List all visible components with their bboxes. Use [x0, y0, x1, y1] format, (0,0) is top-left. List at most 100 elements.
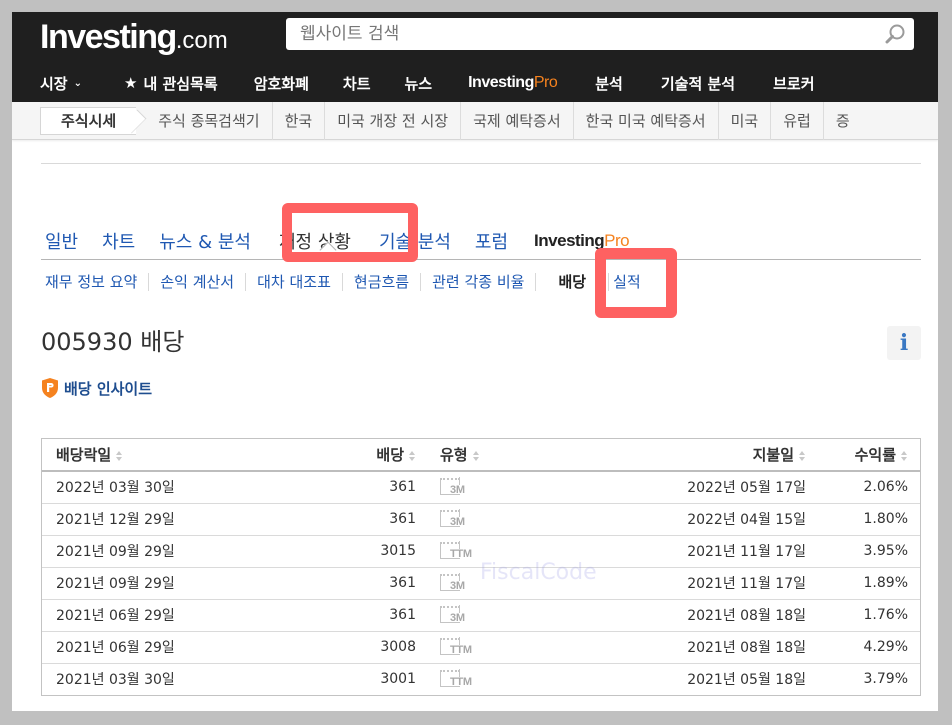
nav-pro-main: Investing: [468, 74, 534, 91]
subnav-korea[interactable]: 한국: [273, 101, 326, 140]
col-type-label: 유형: [440, 446, 468, 464]
cell-pay-date: 2021년 05월 18일: [687, 672, 806, 689]
cell-ex-date: 2021년 09월 29일: [42, 535, 222, 568]
nav-technical[interactable]: 기술적 분석: [661, 73, 735, 94]
nav-markets-label: 시장: [40, 74, 68, 93]
sort-icon: [799, 450, 805, 461]
subtab-summary[interactable]: 재무 정보 요약: [41, 273, 150, 291]
nav-markets[interactable]: 시장 ⌄: [40, 73, 82, 94]
calendar-period-icon: TTM: [440, 637, 472, 657]
tab-news-analysis[interactable]: 뉴스 & 분석: [159, 228, 251, 254]
nav-analysis-label: 분석: [595, 74, 623, 93]
sort-icon: [472, 450, 479, 461]
calendar-period-icon: TTM: [440, 541, 472, 561]
cell-amount: 361: [222, 503, 422, 536]
search-input[interactable]: [286, 18, 866, 50]
nav-charts[interactable]: 차트: [343, 73, 371, 94]
cell-yield: 1.76%: [812, 599, 920, 632]
col-type[interactable]: 유형: [422, 439, 542, 472]
table-row: 2021년 03월 30일 3001 TTM 2021년 05월 18일 3.7…: [42, 663, 920, 695]
subnav-stocks[interactable]: 주식시세: [40, 106, 137, 135]
tab-chart[interactable]: 차트: [102, 228, 135, 254]
col-amount[interactable]: 배당: [222, 439, 422, 472]
cell-type: 3M: [422, 503, 542, 536]
investing-logo[interactable]: Investing.com: [40, 18, 228, 57]
nav-news[interactable]: 뉴스: [405, 73, 433, 94]
logo-suffix: .com: [175, 27, 228, 54]
cell-amount: 3001: [380, 671, 416, 688]
nav-investingpro[interactable]: Investing Pro: [468, 74, 558, 92]
page-title: 005930 배당: [41, 328, 185, 356]
table-row: 2021년 06월 29일 3008 TTM 2021년 08월 18일 4.2…: [42, 631, 920, 664]
cell-yield: 1.89%: [812, 567, 920, 600]
calendar-period-icon: TTM: [440, 669, 472, 689]
nav-pro-accent: Pro: [533, 74, 558, 91]
table-row: 2021년 09월 29일 3015 TTM 2021년 11월 17일 3.9…: [42, 535, 920, 568]
sub-nav: 주식시세 주식 종목검색기 한국 미국 개장 전 시장 국제 예탁증서 한국 미…: [12, 101, 938, 140]
browser-viewport: Investing.com 시장 ⌄ ★ 내 관심목록 암호화폐 차트 뉴스 I…: [12, 12, 938, 711]
table-body: 2022년 03월 30일 361 3M 2022년 05월 17일 2.06%…: [42, 471, 920, 695]
tab-general[interactable]: 일반: [45, 228, 78, 254]
nav-watchlist[interactable]: ★ 내 관심목록: [124, 73, 218, 94]
cell-pay-date: 2022년 05월 17일: [542, 471, 812, 504]
subnav-screener[interactable]: 주식 종목검색기: [136, 101, 273, 140]
cell-amount: 3015: [222, 535, 422, 568]
subnav-premarket[interactable]: 미국 개장 전 시장: [325, 101, 462, 140]
annotation-highlight-financials: [282, 203, 418, 262]
cell-type: 3M: [422, 599, 542, 632]
type-label: TTM: [450, 676, 472, 689]
cell-pay-date: 2021년 08월 18일: [542, 631, 812, 664]
subnav-stocks-label: 주식시세: [61, 112, 117, 130]
subnav-kr-us-dr[interactable]: 한국 미국 예탁증서: [574, 101, 719, 140]
calendar-period-icon: 3M: [440, 573, 472, 593]
cell-amount: 361: [222, 471, 422, 504]
cell-ex-date: 2021년 12월 29일: [42, 503, 222, 536]
subnav-more[interactable]: 증: [824, 102, 862, 140]
cell-ex-date: 2021년 03월 30일: [56, 672, 175, 689]
dividend-insight-link[interactable]: 배당 인사이트: [41, 377, 152, 399]
col-ex-date[interactable]: 배당락일: [42, 439, 222, 472]
cell-pay-date: 2021년 11월 17일: [542, 535, 812, 568]
type-label: 3M: [450, 516, 465, 528]
search-icon[interactable]: [884, 23, 906, 45]
financial-sub-tabs: 재무 정보 요약 손익 계산서 대차 대조표 현금흐름 관련 각종 비율 배당 …: [41, 268, 652, 296]
sort-icon: [901, 450, 907, 461]
cell-type: TTM: [422, 631, 542, 664]
tab-pro-main: Investing: [534, 230, 605, 250]
sort-icon: [116, 450, 123, 461]
cell-amount: 3008: [222, 631, 422, 664]
subtab-balance[interactable]: 대차 대조표: [246, 273, 343, 291]
main-nav: 시장 ⌄ ★ 내 관심목록 암호화폐 차트 뉴스 Investing Pro 분석…: [12, 64, 831, 102]
subnav-intl-dr[interactable]: 국제 예탁증서: [461, 101, 574, 140]
nav-brokers-label: 브로커: [773, 74, 815, 93]
nav-brokers[interactable]: 브로커: [773, 73, 814, 94]
dividend-table: 배당락일 배당 유형 지불일 수익률 2022년 03월 30일 361 3M …: [41, 438, 921, 696]
tab-forum[interactable]: 포럼: [475, 228, 508, 254]
section-tabs: 일반 차트 뉴스 & 분석 재정 상황 기술 분석 포럼 InvestingPr…: [41, 222, 921, 260]
subtab-cashflow[interactable]: 현금흐름: [343, 273, 422, 291]
subtab-ratios[interactable]: 관련 각종 비율: [421, 273, 537, 291]
sort-icon: [409, 450, 415, 461]
nav-crypto-label: 암호화폐: [253, 74, 309, 93]
table-row: 2022년 03월 30일 361 3M 2022년 05월 17일 2.06%: [42, 471, 920, 504]
annotation-highlight-dividends: [595, 248, 677, 318]
chevron-down-icon: ⌄: [73, 77, 82, 89]
subnav-us[interactable]: 미국: [719, 101, 772, 140]
cell-yield: 3.95%: [812, 535, 920, 568]
subtab-income[interactable]: 손익 계산서: [149, 273, 247, 291]
info-icon[interactable]: i: [887, 326, 921, 360]
nav-crypto[interactable]: 암호화폐: [254, 73, 309, 94]
logo-main: Investing: [40, 18, 177, 56]
subnav-europe[interactable]: 유럽: [771, 101, 824, 140]
search-box: [286, 18, 914, 50]
col-pay-date[interactable]: 지불일: [542, 439, 812, 472]
nav-analysis[interactable]: 분석: [595, 73, 623, 94]
cell-type: 3M: [422, 567, 542, 600]
table-row: 2021년 12월 29일 361 3M 2022년 04월 15일 1.80%: [42, 503, 920, 536]
col-yield[interactable]: 수익률: [812, 439, 920, 472]
cell-ex-date: 2022년 03월 30일: [42, 471, 222, 504]
col-yield-label: 수익률: [854, 446, 896, 464]
type-label: TTM: [450, 644, 472, 656]
type-label: 3M: [450, 580, 465, 592]
nav-news-label: 뉴스: [404, 74, 433, 93]
